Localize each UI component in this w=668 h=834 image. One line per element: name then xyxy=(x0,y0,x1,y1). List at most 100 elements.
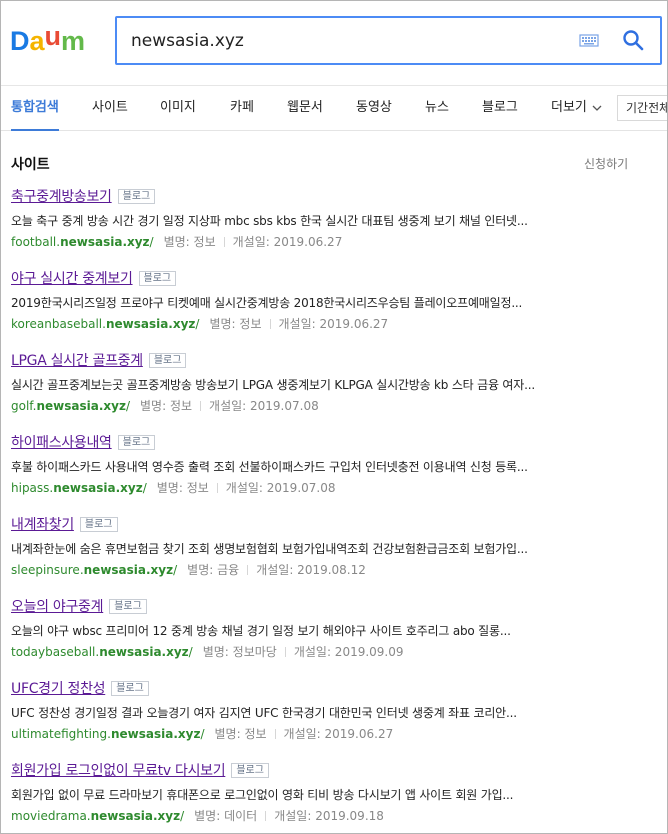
result-url[interactable]: ultimatefighting.newsasia.xyz/ xyxy=(11,727,204,741)
tab-site[interactable]: 사이트 xyxy=(92,86,128,130)
blog-badge: 블로그 xyxy=(117,435,156,450)
list-item: UFC경기 정찬성 블로그 UFC 정찬성 경기일정 결과 오늘경기 여자 김지연… xyxy=(11,677,661,759)
search-tabs: 통합검색 사이트 이미지 카페 웹문서 동영상 뉴스 블로그 더보기 기간전체 xyxy=(1,85,667,131)
result-title-link[interactable]: 하이패스사용내역 xyxy=(11,435,112,451)
result-title-link[interactable]: 야구 실시간 중계보기 xyxy=(11,271,133,287)
result-meta: moviedrama.newsasia.xyz/별명: 데이터 개설일: 2019… xyxy=(11,808,661,824)
keyboard-icon[interactable] xyxy=(579,32,599,49)
result-meta: sleepinsure.newsasia.xyz/별명: 금융 개설일: 2019… xyxy=(11,562,661,578)
list-item: 내계좌찾기 블로그 내계좌한눈에 숨은 휴면보험금 찾기 조회 생명보험협회 보험… xyxy=(11,513,661,595)
result-meta: hipass.newsasia.xyz/별명: 정보 개설일: 2019.07.0… xyxy=(11,480,661,496)
result-description: 2019한국시리즈일정 프로야구 티켓예매 실시간중계방송 2018한국시리즈우… xyxy=(11,296,523,310)
opened-date: 개설일: 2019.06.27 xyxy=(278,317,389,331)
tab-more[interactable]: 더보기 xyxy=(551,86,602,130)
result-meta: todaybaseball.newsasia.xyz/별명: 정보마당 개설일: … xyxy=(11,644,661,660)
divider xyxy=(247,565,249,575)
list-item: 야구 실시간 중계보기 블로그 2019한국시리즈일정 프로야구 티켓예매 실시간… xyxy=(11,267,661,349)
alias-label: 별명: xyxy=(156,481,183,495)
divider xyxy=(216,483,218,493)
tab-image[interactable]: 이미지 xyxy=(160,86,196,130)
divider xyxy=(265,811,267,821)
section-title: 사이트 xyxy=(11,157,50,173)
result-title-link[interactable]: LPGA 실시간 골프중계 xyxy=(11,353,143,369)
blog-badge: 블로그 xyxy=(111,681,149,696)
tab-news[interactable]: 뉴스 xyxy=(425,86,449,130)
alias-label: 별명: xyxy=(194,809,221,823)
tab-cafe[interactable]: 카페 xyxy=(230,86,254,130)
result-meta: ultimatefighting.newsasia.xyz/별명: 정보 개설일:… xyxy=(11,726,661,742)
divider xyxy=(223,237,225,247)
result-meta: football.newsasia.xyz/별명: 정보 개설일: 2019.06… xyxy=(11,234,661,250)
result-title-link[interactable]: UFC경기 정찬성 xyxy=(11,681,106,697)
result-url[interactable]: hipass.newsasia.xyz/ xyxy=(11,481,147,495)
opened-date: 개설일: 2019.06.27 xyxy=(232,235,343,249)
alias-label: 별명: xyxy=(187,563,214,577)
result-description: 오늘의 야구 wbsc 프리미어 12 중계 방송 채널 경기 일정 보기 해외… xyxy=(11,624,511,638)
alias-label: 별명: xyxy=(139,399,167,413)
daum-logo[interactable]: Daum xyxy=(10,26,98,56)
result-title-link[interactable]: 회원가입 로그인없이 무료tv 다시보기 xyxy=(11,763,226,779)
site-results: 축구중계방송보기 블로그 오늘 축구 중계 방송 시간 경기 일정 지상파 mbc… xyxy=(11,185,661,833)
alias-value: 정보 xyxy=(239,317,262,331)
divider xyxy=(269,319,271,329)
result-url[interactable]: golf.newsasia.xyz/ xyxy=(11,399,130,413)
alias-value: 정보 xyxy=(169,399,193,413)
result-title-link[interactable]: 내계좌찾기 xyxy=(11,517,74,533)
result-url[interactable]: football.newsasia.xyz/ xyxy=(11,235,154,249)
result-meta: golf.newsasia.xyz/별명: 정보 개설일: 2019.07.08 xyxy=(11,398,661,414)
blog-badge: 블로그 xyxy=(109,599,147,614)
alias-value: 정보마당 xyxy=(232,645,277,659)
request-link[interactable]: 신청하기 xyxy=(584,155,628,172)
header: Daum xyxy=(1,1,667,85)
result-description: UFC 정찬성 경기일정 결과 오늘경기 여자 김지연 UFC 한국경기 대한민… xyxy=(11,706,517,720)
alias-label: 별명: xyxy=(202,645,229,659)
tab-blog[interactable]: 블로그 xyxy=(482,86,518,130)
result-description: 후불 하이패스카드 사용내역 영수증 출력 조회 선불하이패스카드 구입처 인터… xyxy=(11,460,528,474)
blog-badge: 블로그 xyxy=(231,763,269,778)
opened-date: 개설일: 2019.09.09 xyxy=(293,645,404,659)
result-description: 실시간 골프중계보는곳 골프중계방송 방송보기 LPGA 생중계보기 KLPGA… xyxy=(11,378,535,392)
blog-badge: 블로그 xyxy=(148,353,187,368)
period-filter-button[interactable]: 기간전체 xyxy=(617,95,667,121)
search-input[interactable] xyxy=(131,29,531,53)
result-description: 오늘 축구 중계 방송 시간 경기 일정 지상파 mbc sbs kbs 한국 … xyxy=(11,214,528,228)
list-item: LPGA 실시간 골프중계 블로그 실시간 골프중계보는곳 골프중계방송 방송보기… xyxy=(11,349,661,431)
alias-value: 정보 xyxy=(244,727,267,741)
tab-integrated-search[interactable]: 통합검색 xyxy=(11,86,59,131)
list-item: 오늘의 야구중계 블로그 오늘의 야구 wbsc 프리미어 12 중계 방송 채널… xyxy=(11,595,661,677)
result-url[interactable]: koreanbaseball.newsasia.xyz/ xyxy=(11,317,199,331)
result-description: 내계좌한눈에 숨은 휴면보험금 찾기 조회 생명보험협회 보험가입내역조회 건강… xyxy=(11,542,528,556)
result-url[interactable]: todaybaseball.newsasia.xyz/ xyxy=(11,645,193,659)
search-box xyxy=(115,16,662,65)
opened-date: 개설일: 2019.06.27 xyxy=(283,727,394,741)
list-item: 하이패스사용내역 블로그 후불 하이패스카드 사용내역 영수증 출력 조회 선불하… xyxy=(11,431,661,513)
result-meta: koreanbaseball.newsasia.xyz/별명: 정보 개설일: 2… xyxy=(11,316,661,332)
divider xyxy=(274,729,276,739)
list-item: 회원가입 로그인없이 무료tv 다시보기 블로그 회원가입 없이 무료 드라마보기… xyxy=(11,759,661,833)
search-icon[interactable] xyxy=(622,29,644,51)
browser-frame: Daum 통합검색 사이트 이미지 카페 웹문서 동영상 xyxy=(0,0,668,834)
blog-badge: 블로그 xyxy=(138,271,177,286)
result-url[interactable]: sleepinsure.newsasia.xyz/ xyxy=(11,563,177,577)
chevron-down-icon xyxy=(592,105,602,111)
alias-label: 별명: xyxy=(209,317,236,331)
tab-video[interactable]: 동영상 xyxy=(356,86,392,130)
opened-date: 개설일: 2019.07.08 xyxy=(225,481,336,495)
opened-date: 개설일: 2019.09.18 xyxy=(274,809,384,823)
result-title-link[interactable]: 축구중계방송보기 xyxy=(11,189,112,205)
alias-value: 정보 xyxy=(186,481,209,495)
alias-value: 금융 xyxy=(217,563,240,577)
blog-badge: 블로그 xyxy=(117,189,156,204)
result-title-link[interactable]: 오늘의 야구중계 xyxy=(11,599,104,615)
divider xyxy=(284,647,286,657)
divider xyxy=(200,401,202,411)
blog-badge: 블로그 xyxy=(79,517,118,532)
opened-date: 개설일: 2019.07.08 xyxy=(209,399,319,413)
result-url[interactable]: moviedrama.newsasia.xyz/ xyxy=(11,809,184,823)
result-description: 회원가입 없이 무료 드라마보기 휴대폰으로 로그인없이 영화 티비 방송 다시… xyxy=(11,788,514,802)
svg-text:Daum: Daum xyxy=(10,26,85,56)
tab-web-documents[interactable]: 웹문서 xyxy=(287,86,323,130)
list-item: 축구중계방송보기 블로그 오늘 축구 중계 방송 시간 경기 일정 지상파 mbc… xyxy=(11,185,661,267)
opened-date: 개설일: 2019.08.12 xyxy=(256,563,366,577)
alias-value: 데이터 xyxy=(224,809,258,823)
